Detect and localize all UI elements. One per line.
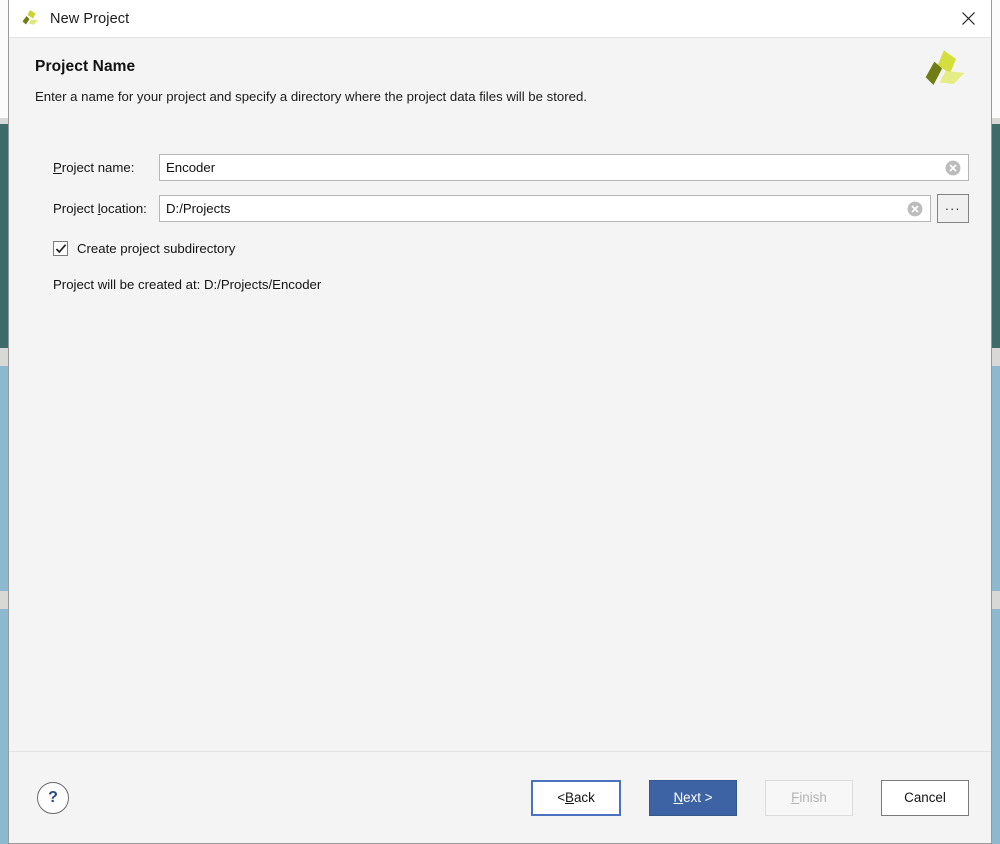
next-button[interactable]: Next >: [649, 779, 737, 816]
project-name-label: Project name:: [53, 160, 159, 175]
project-location-label-rest: ocation:: [100, 201, 147, 216]
project-name-input[interactable]: [160, 155, 968, 180]
project-location-label: Project location:: [53, 201, 159, 216]
close-icon[interactable]: [945, 0, 991, 37]
vivado-pinwheel-logo: [917, 46, 969, 98]
page-title: Project Name: [35, 58, 136, 75]
project-name-label-rest: roject name:: [61, 160, 135, 175]
dialog-footer: ? < Back Next > Finish Cancel: [9, 751, 991, 843]
new-project-dialog: New Project Project Name Enter a name fo…: [8, 0, 992, 844]
project-location-input[interactable]: [160, 196, 930, 221]
back-button-pre: <: [557, 790, 566, 805]
vivado-pinwheel-icon: [19, 9, 41, 29]
create-subdirectory-label[interactable]: Create project subdirectory: [77, 241, 235, 256]
back-button-rest: ack: [573, 790, 595, 805]
next-button-mnemonic: N: [673, 790, 684, 805]
help-button[interactable]: ?: [37, 781, 69, 814]
create-subdirectory-row: Create project subdirectory: [9, 241, 991, 256]
dialog-body: Project name: Project location:: [9, 110, 991, 751]
cancel-button[interactable]: Cancel: [881, 779, 969, 816]
project-name-input-wrap[interactable]: [159, 154, 969, 181]
project-name-row: Project name:: [9, 154, 991, 181]
back-button-mnemonic: B: [565, 790, 574, 805]
checkmark-icon: [55, 243, 66, 253]
clear-circle-icon[interactable]: [945, 160, 961, 176]
project-location-label-pre: Project: [53, 201, 98, 216]
project-location-row: Project location: ...: [9, 194, 991, 223]
back-button[interactable]: < Back: [531, 779, 621, 816]
finish-button: Finish: [765, 779, 853, 816]
dialog-titlebar: New Project: [9, 0, 991, 38]
dialog-header: Project Name Enter a name for your proje…: [9, 38, 991, 110]
dialog-title: New Project: [50, 10, 130, 27]
finish-button-rest: inish: [799, 790, 827, 805]
finish-button-mnemonic: F: [791, 790, 800, 805]
page-subtitle: Enter a name for your project and specif…: [35, 89, 587, 104]
project-location-input-wrap[interactable]: [159, 195, 931, 222]
browse-directory-button[interactable]: ...: [937, 194, 969, 223]
create-subdirectory-checkbox[interactable]: [53, 241, 68, 256]
next-button-rest: ext >: [683, 790, 713, 805]
clear-circle-icon[interactable]: [907, 201, 923, 217]
wizard-button-group: < Back Next > Finish Cancel: [531, 779, 969, 816]
project-name-label-mnemonic: P: [53, 160, 62, 175]
project-created-at-text: Project will be created at: D:/Projects/…: [53, 277, 322, 292]
